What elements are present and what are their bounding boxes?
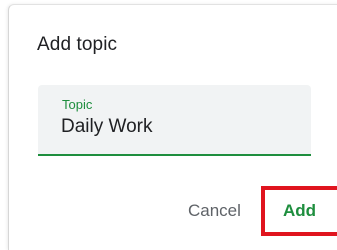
dialog-title: Add topic [37, 34, 118, 55]
topic-input[interactable]: Topic Daily Work [38, 85, 311, 156]
topic-field-label: Topic [62, 97, 93, 112]
add-button[interactable]: Add [283, 201, 316, 221]
cancel-button[interactable]: Cancel [188, 201, 241, 221]
topic-field-value[interactable]: Daily Work [61, 116, 153, 138]
